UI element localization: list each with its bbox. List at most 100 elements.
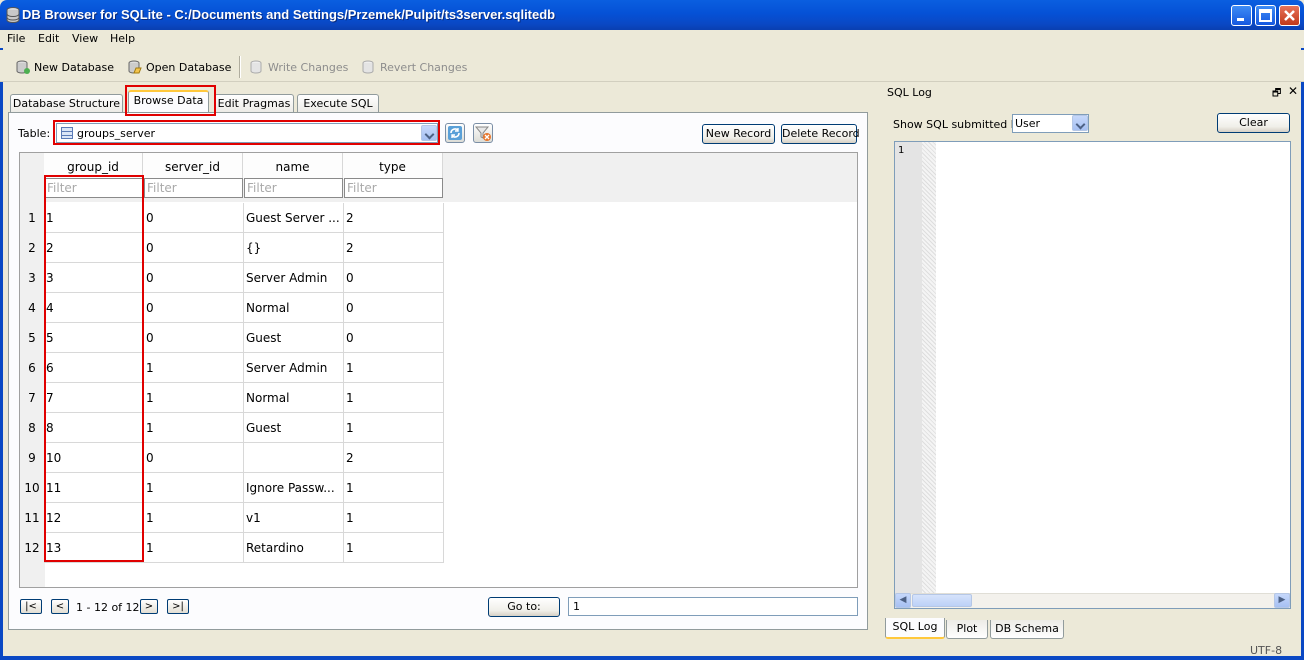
cell-server-id[interactable]: 1 <box>144 383 244 413</box>
cell-name[interactable]: Guest <box>244 323 344 353</box>
tab-sql-log[interactable]: SQL Log <box>885 618 945 639</box>
row-number[interactable]: 3 <box>20 263 44 293</box>
cell-type[interactable]: 2 <box>344 233 444 263</box>
open-database-button[interactable]: Open Database <box>128 58 231 76</box>
tab-execute-sql[interactable]: Execute SQL <box>297 94 379 112</box>
cell-group-id[interactable]: 2 <box>44 233 144 263</box>
table-select[interactable]: groups_server <box>56 123 438 143</box>
cell-type[interactable]: 0 <box>344 263 444 293</box>
cell-type[interactable]: 1 <box>344 503 444 533</box>
cell-server-id[interactable]: 0 <box>144 233 244 263</box>
delete-record-button[interactable]: Delete Record <box>781 124 860 144</box>
row-number[interactable]: 2 <box>20 233 44 263</box>
cell-group-id[interactable]: 5 <box>44 323 144 353</box>
column-header-group-id[interactable]: group_id <box>44 153 143 179</box>
cell-name[interactable]: Normal <box>244 383 344 413</box>
tab-db-schema[interactable]: DB Schema <box>990 620 1064 639</box>
cell-name[interactable]: Guest Server ... <box>244 203 344 233</box>
dock-close-icon[interactable]: ✕ <box>1288 84 1298 98</box>
cell-group-id[interactable]: 1 <box>44 203 144 233</box>
row-number[interactable]: 6 <box>20 353 44 383</box>
cell-server-id[interactable]: 0 <box>144 443 244 473</box>
new-record-button[interactable]: New Record <box>702 124 775 144</box>
cell-group-id[interactable]: 12 <box>44 503 144 533</box>
menu-file[interactable]: File <box>7 32 25 45</box>
row-number[interactable]: 8 <box>20 413 44 443</box>
cell-type[interactable]: 1 <box>344 473 444 503</box>
cell-name[interactable] <box>244 443 344 473</box>
column-header-type[interactable]: type <box>343 153 443 179</box>
row-number[interactable]: 5 <box>20 323 44 353</box>
cell-group-id[interactable]: 11 <box>44 473 144 503</box>
tab-browse-data[interactable]: Browse Data <box>128 90 209 112</box>
cell-group-id[interactable]: 8 <box>44 413 144 443</box>
cell-type[interactable]: 0 <box>344 323 444 353</box>
maximize-button[interactable] <box>1255 5 1276 26</box>
refresh-button[interactable] <box>445 123 465 143</box>
cell-group-id[interactable]: 6 <box>44 353 144 383</box>
cell-type[interactable]: 2 <box>344 203 444 233</box>
cell-server-id[interactable]: 0 <box>144 293 244 323</box>
menu-help[interactable]: Help <box>110 32 135 45</box>
scroll-left-icon[interactable]: ◀ <box>895 593 911 608</box>
cell-type[interactable]: 0 <box>344 293 444 323</box>
cell-name[interactable]: Server Admin <box>244 353 344 383</box>
row-number[interactable]: 12 <box>20 533 44 563</box>
last-record-button[interactable]: >| <box>167 599 189 614</box>
cell-group-id[interactable]: 10 <box>44 443 144 473</box>
row-number[interactable]: 11 <box>20 503 44 533</box>
cell-group-id[interactable]: 7 <box>44 383 144 413</box>
row-number[interactable]: 9 <box>20 443 44 473</box>
cell-group-id[interactable]: 3 <box>44 263 144 293</box>
column-header-name[interactable]: name <box>243 153 343 179</box>
filter-input-server-id[interactable]: Filter <box>144 178 243 198</box>
first-record-button[interactable]: |< <box>20 599 42 614</box>
submitted-by-select[interactable]: User <box>1012 114 1089 133</box>
filter-input-group-id[interactable]: Filter <box>44 178 143 198</box>
cell-server-id[interactable]: 0 <box>144 203 244 233</box>
row-number[interactable]: 10 <box>20 473 44 503</box>
cell-name[interactable]: Ignore Passw... <box>244 473 344 503</box>
tab-plot[interactable]: Plot <box>946 620 988 639</box>
cell-server-id[interactable]: 0 <box>144 263 244 293</box>
scroll-right-icon[interactable]: ▶ <box>1274 593 1290 608</box>
cell-group-id[interactable]: 13 <box>44 533 144 563</box>
goto-input[interactable]: 1 <box>568 597 858 616</box>
filter-input-name[interactable]: Filter <box>244 178 343 198</box>
clear-log-button[interactable]: Clear <box>1217 113 1290 133</box>
cell-type[interactable]: 1 <box>344 353 444 383</box>
cell-name[interactable]: Retardino <box>244 533 344 563</box>
menu-edit[interactable]: Edit <box>38 32 59 45</box>
cell-server-id[interactable]: 1 <box>144 533 244 563</box>
cell-name[interactable]: Guest <box>244 413 344 443</box>
close-window-button[interactable] <box>1279 5 1300 26</box>
sql-log-editor[interactable] <box>894 141 1291 609</box>
previous-record-button[interactable]: < <box>51 599 69 614</box>
new-database-button[interactable]: New Database <box>16 58 114 76</box>
row-number[interactable]: 4 <box>20 293 44 323</box>
cell-name[interactable]: Server Admin <box>244 263 344 293</box>
cell-server-id[interactable]: 1 <box>144 413 244 443</box>
cell-name[interactable]: v1 <box>244 503 344 533</box>
cell-type[interactable]: 1 <box>344 533 444 563</box>
cell-group-id[interactable]: 4 <box>44 293 144 323</box>
filter-input-type[interactable]: Filter <box>344 178 443 198</box>
cell-server-id[interactable]: 0 <box>144 323 244 353</box>
goto-button[interactable]: Go to: <box>488 597 560 617</box>
tab-database-structure[interactable]: Database Structure <box>10 94 123 112</box>
cell-name[interactable]: {} <box>244 233 344 263</box>
dock-float-icon[interactable]: 🗗 <box>1272 86 1281 103</box>
tab-edit-pragmas[interactable]: Edit Pragmas <box>214 94 294 112</box>
minimize-button[interactable] <box>1231 5 1252 26</box>
cell-name[interactable]: Normal <box>244 293 344 323</box>
clear-filters-button[interactable] <box>473 123 493 143</box>
row-number[interactable]: 1 <box>20 203 44 233</box>
cell-type[interactable]: 1 <box>344 383 444 413</box>
cell-server-id[interactable]: 1 <box>144 353 244 383</box>
cell-server-id[interactable]: 1 <box>144 503 244 533</box>
menu-view[interactable]: View <box>72 32 98 45</box>
cell-type[interactable]: 1 <box>344 413 444 443</box>
write-changes-button[interactable]: Write Changes <box>250 58 348 76</box>
column-header-server-id[interactable]: server_id <box>143 153 243 179</box>
cell-server-id[interactable]: 1 <box>144 473 244 503</box>
